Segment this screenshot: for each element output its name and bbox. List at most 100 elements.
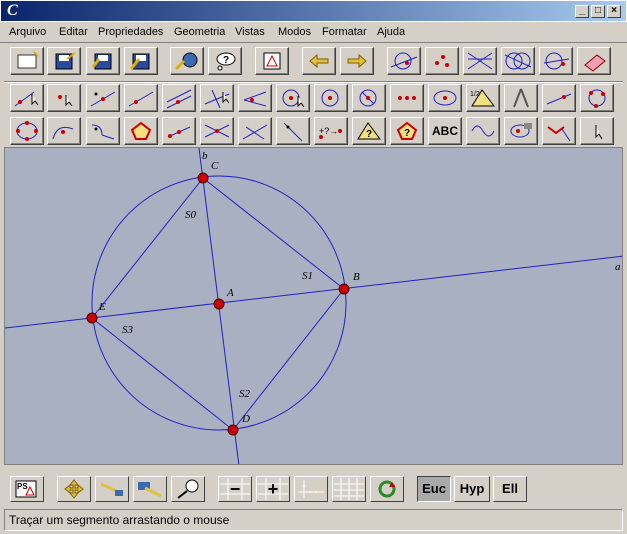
point-a[interactable] (213, 298, 225, 310)
label-a: A (226, 287, 234, 299)
perpendicular-line-icon[interactable] (200, 84, 234, 112)
point-on-line-icon[interactable] (86, 84, 120, 112)
save-icon[interactable] (47, 47, 81, 75)
axes-icon[interactable] (294, 476, 328, 502)
minimize-button[interactable]: _ (575, 5, 589, 18)
segment-s1[interactable] (202, 177, 345, 290)
pointer-icon[interactable] (580, 117, 614, 145)
label-line-b: b (202, 150, 208, 162)
grid-icon[interactable] (332, 476, 366, 502)
ratio-icon[interactable]: 1/2 (466, 84, 500, 112)
line-icon[interactable] (124, 84, 158, 112)
pentagon-icon[interactable] (124, 117, 158, 145)
menu-editar[interactable]: Editar (59, 26, 88, 38)
circle-line-icon[interactable] (539, 47, 573, 75)
title-bar: C _ □ × (0, 0, 627, 22)
points-icon[interactable] (425, 47, 459, 75)
zoom-line-icon[interactable] (95, 476, 129, 502)
text-tool-icon[interactable]: ABC (428, 117, 462, 145)
point-b[interactable] (338, 283, 350, 295)
redo-arrow-icon[interactable] (340, 47, 374, 75)
circle-center-icon[interactable] (276, 84, 310, 112)
point-icon[interactable] (47, 84, 81, 112)
web-globe-icon[interactable] (170, 47, 204, 75)
question-pentagon-icon[interactable]: ? (390, 117, 424, 145)
question-triangle-icon[interactable]: ? (352, 117, 386, 145)
postscript-export-icon[interactable]: PS (10, 476, 44, 502)
menu-formatar[interactable]: Formatar (322, 26, 367, 38)
menu-vistas[interactable]: Vistas (235, 26, 265, 38)
drawing-canvas[interactable]: C B A E D S0 S1 S2 S3 a b (4, 147, 623, 465)
svg-text:+?→: +?→ (319, 126, 338, 136)
circle-compass-icon[interactable] (352, 84, 386, 112)
eraser-icon[interactable] (577, 47, 611, 75)
toolbar-area: ? 1/2 +?→ ? ? ABC (0, 42, 627, 146)
zoom-in-icon[interactable]: + (256, 476, 290, 502)
point-e[interactable] (86, 312, 98, 324)
parallel-line-icon[interactable] (162, 84, 196, 112)
line-through-icon[interactable] (238, 117, 272, 145)
label-b: B (353, 271, 360, 283)
curve-icon[interactable] (86, 117, 120, 145)
svg-text:PS: PS (17, 482, 28, 491)
save-export-icon[interactable] (124, 47, 158, 75)
segment-s0[interactable] (91, 177, 204, 319)
angle-icon[interactable] (238, 84, 272, 112)
label-s3: S3 (122, 324, 134, 336)
mode-hyperbolic-button[interactable]: Hyp (454, 476, 490, 502)
help-icon[interactable]: ? (208, 47, 242, 75)
arc-icon[interactable] (47, 117, 81, 145)
point-c[interactable] (197, 172, 209, 184)
move-point-icon[interactable] (10, 84, 44, 112)
ellipse-icon[interactable] (428, 84, 462, 112)
label-e: E (98, 301, 106, 313)
status-bar: Traçar um segmento arrastando o mouse (4, 509, 623, 531)
distance-icon[interactable]: +?→ (314, 117, 348, 145)
circle-radius-icon[interactable] (314, 84, 348, 112)
line-slope-icon[interactable] (276, 117, 310, 145)
circle-three-points-icon[interactable] (580, 84, 614, 112)
svg-text:?: ? (366, 129, 372, 140)
magnify-icon[interactable] (171, 476, 205, 502)
svg-text:?: ? (223, 55, 229, 66)
bisector-icon[interactable] (200, 117, 234, 145)
undo-arrow-icon[interactable] (302, 47, 336, 75)
label-line-a: a (615, 261, 621, 273)
compass-icon[interactable] (504, 84, 538, 112)
move-canvas-icon[interactable] (57, 476, 91, 502)
toolbar-separator (4, 81, 623, 83)
zoom-area-icon[interactable] (133, 476, 167, 502)
mode-euclidean-button[interactable]: Euc (417, 476, 451, 502)
menu-propriedades[interactable]: Propriedades (98, 26, 163, 38)
svg-text:1/2: 1/2 (470, 91, 480, 98)
tangent-circle-icon[interactable] (387, 47, 421, 75)
mode-elliptic-button[interactable]: Ell (493, 476, 527, 502)
segment-measure-icon[interactable] (542, 84, 576, 112)
construction-protocol-icon[interactable] (255, 47, 289, 75)
menu-geometria[interactable]: Geometria (174, 26, 225, 38)
locus-icon[interactable] (466, 117, 500, 145)
animation-icon[interactable] (504, 117, 538, 145)
menu-arquivo[interactable]: Arquivo (9, 26, 46, 38)
trace-icon[interactable] (542, 117, 576, 145)
label-c: C (211, 160, 219, 172)
label-s1: S1 (302, 270, 313, 282)
menu-modos[interactable]: Modos (278, 26, 311, 38)
save-as-icon[interactable] (86, 47, 120, 75)
maximize-button[interactable]: □ (591, 5, 605, 18)
zoom-out-icon[interactable]: − (218, 476, 252, 502)
point-d[interactable] (227, 424, 239, 436)
label-d: D (241, 413, 250, 425)
new-file-icon[interactable] (10, 47, 44, 75)
polygon-points-icon[interactable] (10, 117, 44, 145)
label-s0: S0 (185, 209, 197, 221)
lines-intersect-icon[interactable] (463, 47, 497, 75)
zoom-out-label: − (230, 479, 241, 499)
circles-intersect-icon[interactable] (501, 47, 535, 75)
segment-icon[interactable] (162, 117, 196, 145)
svg-text:?: ? (404, 128, 410, 139)
measure-icon[interactable] (390, 84, 424, 112)
menu-ajuda[interactable]: Ajuda (377, 26, 405, 38)
close-button[interactable]: × (607, 5, 621, 18)
refresh-icon[interactable] (370, 476, 404, 502)
